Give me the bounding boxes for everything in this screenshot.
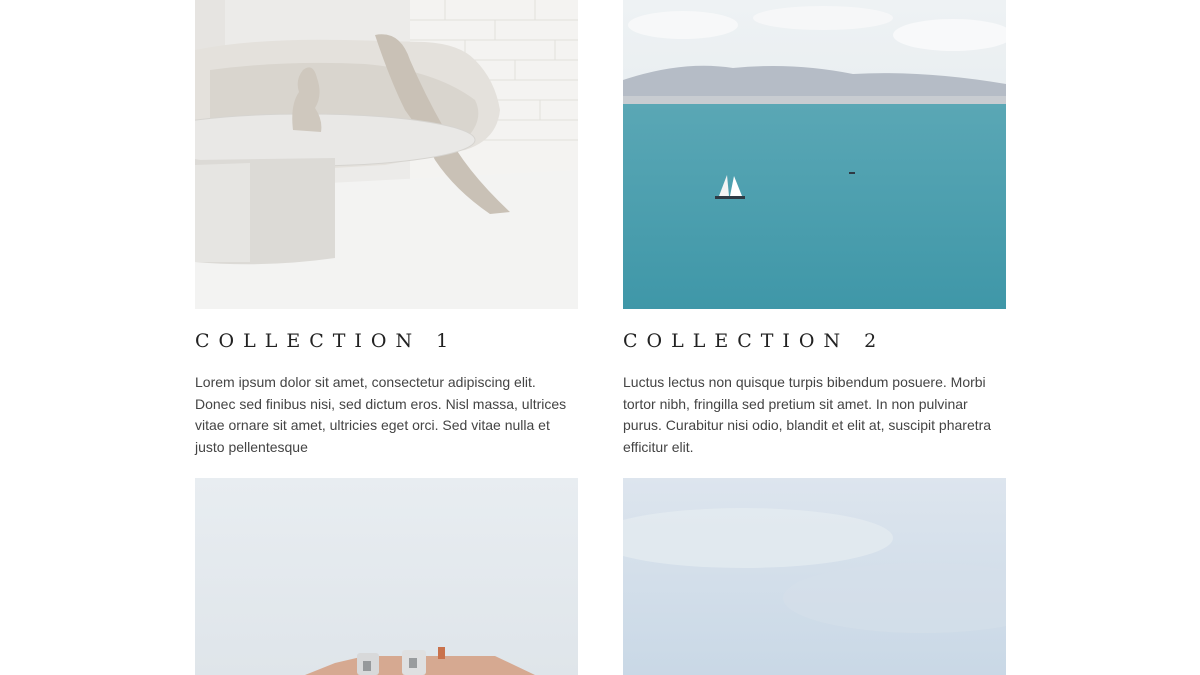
collection-description: Lorem ipsum dolor sit amet, consectetur … [195,374,567,456]
collection-card-2[interactable]: COLLECTION 2 Luctus lectus non quisque t… [623,0,1006,455]
sky-photo[interactable] [623,478,1006,675]
collection-title[interactable]: COLLECTION 2 [623,330,885,352]
collection-card-3[interactable] [195,478,578,675]
collections-page: COLLECTION 1 Lorem ipsum dolor sit amet,… [0,0,1200,675]
living-room-photo[interactable] [195,0,578,309]
collection-card-4[interactable] [623,478,1006,675]
collection-description: Luctus lectus non quisque turpis bibendu… [623,374,992,456]
collection-title[interactable]: COLLECTION 1 [195,330,457,352]
coastal-house-photo[interactable] [195,478,578,675]
sea-sailboat-photo[interactable] [623,0,1006,309]
collection-card-1[interactable]: COLLECTION 1 Lorem ipsum dolor sit amet,… [195,0,578,455]
